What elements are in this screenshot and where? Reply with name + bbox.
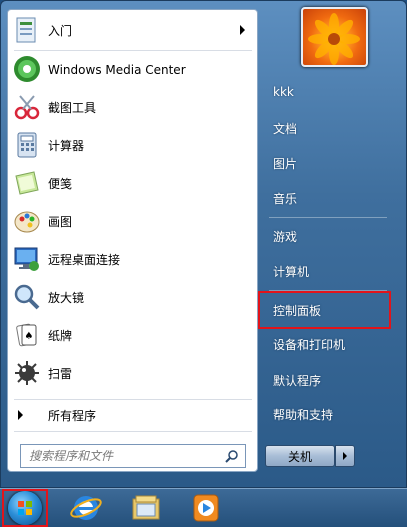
right-item-pictures[interactable]: 图片 (265, 149, 389, 177)
program-solitaire[interactable]: ♠ 纸牌 (8, 317, 257, 354)
media-player-icon[interactable] (188, 491, 224, 525)
shutdown-button[interactable]: 关机 (265, 445, 335, 467)
programs-pane: 入门 Windows Media Center 截图工具 计算器 便笺 画图 远… (7, 9, 258, 472)
program-label: 放大镜 (48, 291, 85, 305)
magnifier-icon (14, 284, 40, 310)
divider (14, 431, 252, 432)
shutdown-options-button[interactable] (335, 445, 355, 467)
search-icon[interactable] (225, 449, 239, 463)
right-item-label: kkk (273, 85, 294, 99)
right-item-label: 游戏 (273, 229, 298, 244)
right-item-devices-printers[interactable]: 设备和打印机 (265, 330, 389, 358)
right-item-label: 默认程序 (273, 373, 322, 388)
program-snipping-tool[interactable]: 截图工具 (8, 89, 257, 126)
media-center-icon (14, 56, 40, 82)
calculator-icon (17, 132, 37, 158)
right-item-help-support[interactable]: 帮助和支持 (265, 400, 389, 428)
paint-icon (14, 211, 40, 233)
program-paint[interactable]: 画图 (8, 203, 257, 240)
libraries-icon[interactable] (128, 491, 164, 525)
all-programs-item[interactable]: 所有程序 (8, 402, 257, 428)
internet-explorer-icon[interactable] (68, 491, 104, 525)
right-item-label: 帮助和支持 (273, 407, 334, 422)
snipping-tool-icon (14, 95, 40, 120)
taskbar (0, 488, 407, 527)
search-box[interactable] (20, 444, 246, 468)
start-button-highlight (2, 489, 48, 527)
program-label: 截图工具 (48, 101, 97, 115)
user-avatar[interactable] (301, 7, 368, 67)
program-label: 入门 (48, 24, 73, 38)
right-item-computer[interactable]: 计算机 (265, 257, 389, 285)
all-programs-label: 所有程序 (48, 408, 97, 423)
flower-icon (308, 13, 360, 65)
program-label: 画图 (48, 215, 73, 229)
right-item-documents[interactable]: 文档 (265, 114, 389, 142)
program-sticky-notes[interactable]: 便笺 (8, 165, 257, 202)
search-input[interactable] (21, 446, 211, 466)
chevron-right-icon (343, 452, 347, 460)
right-item-label: 图片 (273, 156, 298, 171)
sticky-notes-icon (15, 171, 39, 195)
expand-arrow-icon (18, 410, 23, 420)
submenu-arrow-icon[interactable] (240, 25, 245, 35)
program-magnifier[interactable]: 放大镜 (8, 279, 257, 316)
right-item-label: 音乐 (273, 191, 298, 206)
right-item-label: 设备和打印机 (273, 337, 346, 352)
right-item-user[interactable]: kkk (265, 78, 389, 106)
program-label: 纸牌 (48, 329, 73, 343)
right-item-default-programs[interactable]: 默认程序 (265, 366, 389, 394)
program-label: 远程桌面连接 (48, 253, 121, 267)
program-label: 便笺 (48, 177, 73, 191)
minesweeper-icon (15, 361, 39, 385)
solitaire-icon: ♠ (16, 323, 37, 347)
remote-desktop-icon (14, 247, 39, 271)
program-label: 计算器 (48, 139, 85, 153)
program-getting-started[interactable]: 入门 (8, 12, 257, 49)
start-menu: 入门 Windows Media Center 截图工具 计算器 便笺 画图 远… (0, 0, 407, 488)
control-panel-highlight (258, 291, 391, 329)
right-item-label: 计算机 (273, 264, 310, 279)
divider (14, 399, 252, 400)
program-calculator[interactable]: 计算器 (8, 127, 257, 164)
shutdown-label: 关机 (287, 449, 312, 464)
getting-started-icon (16, 17, 36, 43)
divider (269, 217, 387, 218)
program-label: Windows Media Center (48, 62, 186, 77)
program-minesweeper[interactable]: 扫雷 (8, 355, 257, 392)
svg-text:♠: ♠ (25, 331, 34, 342)
program-label: 扫雷 (48, 367, 73, 381)
program-remote-desktop[interactable]: 远程桌面连接 (8, 241, 257, 278)
right-item-label: 文档 (273, 121, 298, 136)
right-item-games[interactable]: 游戏 (265, 222, 389, 250)
right-item-music[interactable]: 音乐 (265, 184, 389, 212)
program-windows-media-center[interactable]: Windows Media Center (8, 51, 257, 88)
